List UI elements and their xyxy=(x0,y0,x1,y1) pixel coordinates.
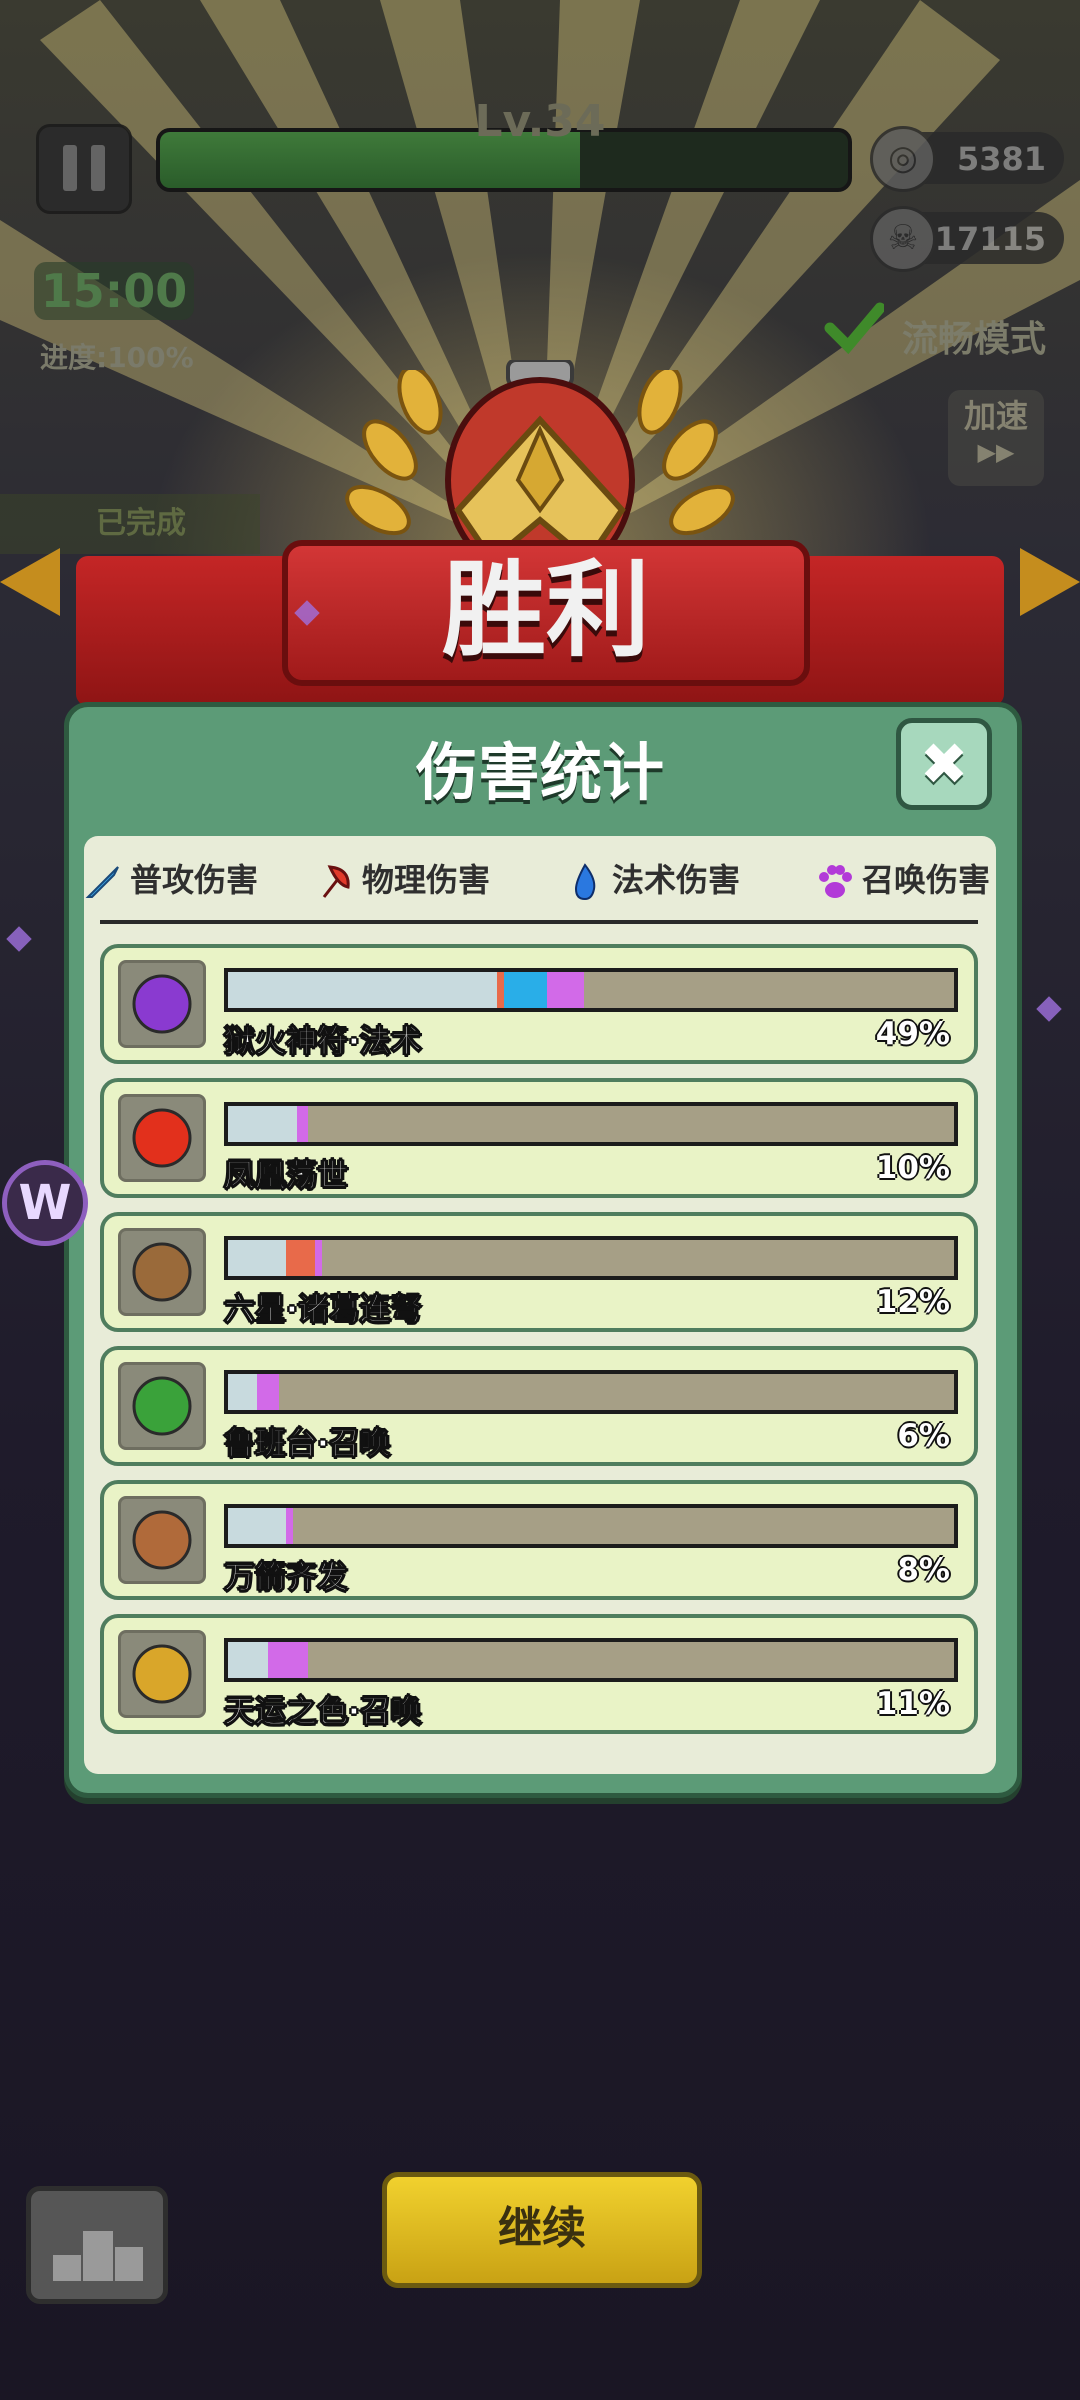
victory-title: 胜利 xyxy=(441,549,650,671)
damage-bar-segment xyxy=(257,1374,279,1410)
close-button[interactable]: ✖ xyxy=(896,718,992,810)
damage-bar-segment xyxy=(286,1508,294,1544)
prev-arrow-icon[interactable] xyxy=(0,548,60,616)
legend-label: 法术伤害 xyxy=(612,861,741,899)
skill-name: 六星·诸葛连弩 xyxy=(224,1292,423,1329)
damage-bar-segment xyxy=(267,1642,308,1678)
close-icon: ✖ xyxy=(919,730,969,798)
damage-bar-segment xyxy=(496,972,504,1008)
damage-bar xyxy=(224,1102,958,1146)
legend-normal-attack: 普攻伤害 xyxy=(84,848,258,912)
damage-bar-segment xyxy=(228,1508,287,1544)
axe-icon xyxy=(322,865,350,898)
damage-bar xyxy=(224,1370,958,1414)
legend-label: 物理伤害 xyxy=(362,861,491,899)
damage-bar-segment xyxy=(228,1642,268,1678)
skill-name: 狱火神符·法术 xyxy=(224,1024,423,1061)
next-arrow-icon[interactable] xyxy=(1020,548,1080,616)
golden-dice-icon xyxy=(118,1630,206,1718)
luban-platform-icon xyxy=(118,1362,206,1450)
flame-icon xyxy=(574,863,596,901)
legend-magic: 法术伤害 xyxy=(566,848,740,912)
bow-arrows-icon xyxy=(118,1496,206,1584)
kill-counter: ☠ 17115 xyxy=(870,206,1064,272)
skull-icon: ☠ xyxy=(870,206,936,272)
skill-name: 万箭齐发 xyxy=(224,1560,349,1597)
legend-physical: 物理伤害 xyxy=(316,848,490,912)
damage-row: 天运之色·召唤 11% xyxy=(100,1614,978,1734)
continue-button[interactable]: 继续 xyxy=(382,2172,702,2288)
speed-up-button[interactable]: 加速 ▶▶ xyxy=(948,390,1044,486)
damage-percent: 49% xyxy=(875,1016,950,1052)
legend-summon: 召唤伤害 xyxy=(816,848,990,912)
legend-label: 召唤伤害 xyxy=(862,861,991,899)
pause-icon xyxy=(63,145,77,191)
completed-badge: 已完成 xyxy=(0,494,260,554)
damage-bar xyxy=(224,968,958,1012)
damage-bar xyxy=(224,1236,958,1280)
damage-bar-segment xyxy=(296,1106,308,1142)
smooth-mode-toggle[interactable]: 流畅模式 xyxy=(902,310,1046,362)
damage-bar-segment xyxy=(547,972,584,1008)
damage-percent: 8% xyxy=(897,1552,950,1588)
sword-icon xyxy=(85,866,119,898)
damage-percent: 12% xyxy=(875,1284,950,1320)
damage-row: 凤凰荡世 10% xyxy=(100,1078,978,1198)
skill-name: 天运之色·召唤 xyxy=(224,1694,423,1731)
damage-row: 鲁班台·召唤 6% xyxy=(100,1346,978,1466)
pause-icon-bar xyxy=(91,145,105,191)
damage-percent: 10% xyxy=(875,1150,950,1186)
coin-counter: ◎ 5381 xyxy=(870,126,1064,192)
skill-name: 鲁班台·召唤 xyxy=(224,1426,392,1463)
checkmark-icon xyxy=(824,302,884,355)
damage-bar-segment xyxy=(228,1374,258,1410)
legend-label: 普攻伤害 xyxy=(130,861,259,899)
stage-timer: 15:00 xyxy=(34,262,194,320)
coin-count: 5381 xyxy=(956,140,1046,178)
damage-row: 六星·诸葛连弩 12% xyxy=(100,1212,978,1332)
damage-percent: 11% xyxy=(875,1686,950,1722)
paw-icon xyxy=(819,865,852,898)
damage-bar-segment xyxy=(503,972,548,1008)
damage-bar-segment xyxy=(228,972,497,1008)
crossbow-icon xyxy=(118,1228,206,1316)
skill-name: 凤凰荡世 xyxy=(224,1158,349,1195)
damage-row: 万箭齐发 8% xyxy=(100,1480,978,1600)
damage-row: 狱火神符·法术 49% xyxy=(100,944,978,1064)
damage-bar-segment xyxy=(228,1106,297,1142)
phoenix-icon xyxy=(118,1094,206,1182)
fast-forward-icon: ▶▶ xyxy=(977,438,1015,466)
kill-count: 17115 xyxy=(934,220,1046,258)
leaderboard-button[interactable] xyxy=(26,2186,168,2304)
damage-bar xyxy=(224,1638,958,1682)
legend-divider xyxy=(100,920,978,924)
rune-talisman-icon xyxy=(118,960,206,1048)
stage-progress: 进度:100% xyxy=(40,341,194,374)
damage-type-legend: 普攻伤害 物理伤害 法术伤害 召唤伤害 xyxy=(84,848,996,912)
damage-bar-segment xyxy=(286,1240,316,1276)
side-w-badge[interactable]: W xyxy=(2,1160,88,1246)
damage-bar-segment xyxy=(228,1240,287,1276)
speed-label: 加速 xyxy=(963,397,1028,435)
damage-bar-segment xyxy=(315,1240,323,1276)
damage-percent: 6% xyxy=(897,1418,950,1454)
coin-icon: ◎ xyxy=(870,126,936,192)
damage-bar xyxy=(224,1504,958,1548)
